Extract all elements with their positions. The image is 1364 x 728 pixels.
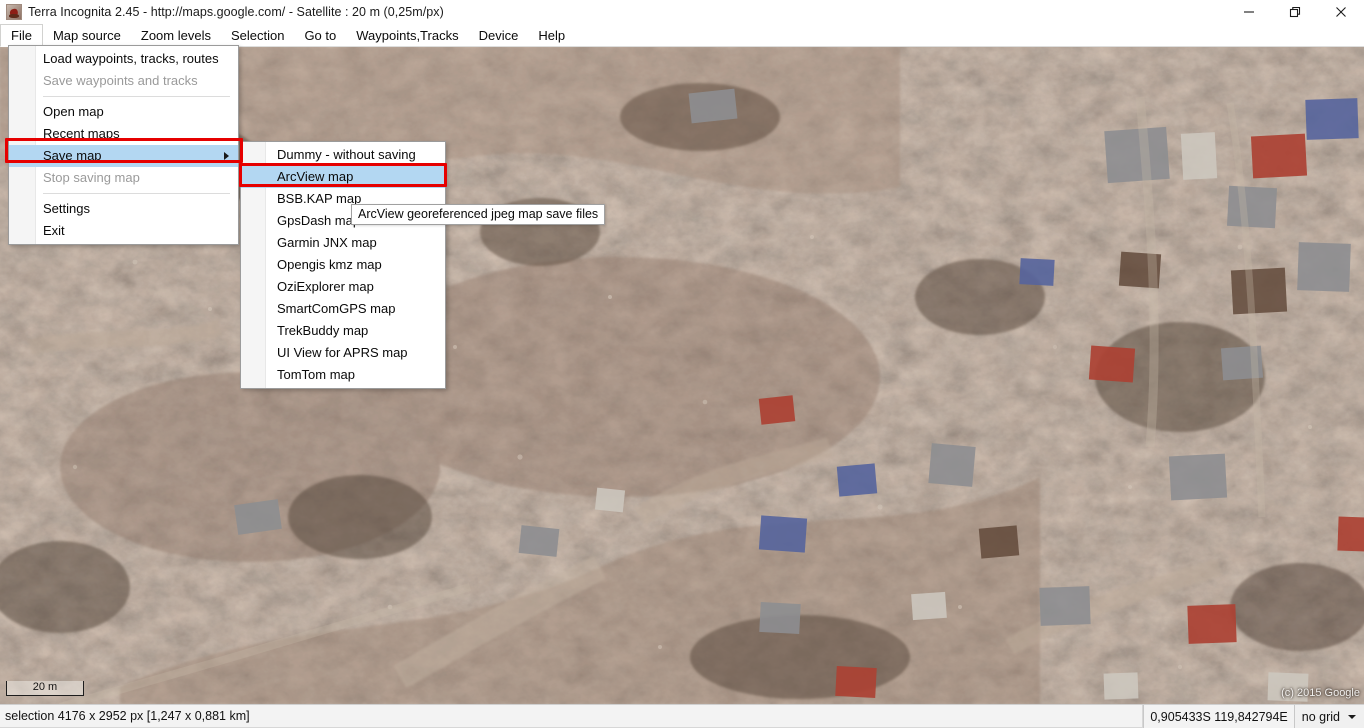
status-coordinates: 0,905433S 119,842794E	[1143, 705, 1294, 728]
save-map-submenu: Dummy - without saving ArcView map BSB.K…	[240, 141, 446, 389]
map-credit: (c) 2015 Google	[1281, 687, 1360, 699]
chevron-down-icon	[1348, 715, 1356, 719]
file-menu-dropdown: Load waypoints, tracks, routes Save wayp…	[8, 45, 239, 245]
menu-separator	[43, 193, 230, 194]
save-submenu-item-arcview[interactable]: ArcView map	[241, 166, 445, 188]
file-menu-item-recent-maps[interactable]: Recent maps	[9, 123, 238, 145]
status-bar: selection 4176 x 2952 px [1,247 x 0,881 …	[0, 704, 1364, 728]
menu-device[interactable]: Device	[469, 24, 529, 47]
chevron-right-icon	[224, 152, 229, 160]
title-bar: Terra Incognita 2.45 - http://maps.googl…	[0, 0, 1364, 24]
status-grid-label: no grid	[1302, 710, 1340, 724]
menu-help[interactable]: Help	[528, 24, 575, 47]
menu-waypoints-tracks[interactable]: Waypoints,Tracks	[346, 24, 468, 47]
save-submenu-item-ui-view-aprs[interactable]: UI View for APRS map	[241, 342, 445, 364]
file-menu-item-save-waypoints: Save waypoints and tracks	[9, 70, 238, 92]
save-submenu-item-tomtom[interactable]: TomTom map	[241, 364, 445, 386]
application-window: Terra Incognita 2.45 - http://maps.googl…	[0, 0, 1364, 728]
save-submenu-item-dummy[interactable]: Dummy - without saving	[241, 144, 445, 166]
restore-icon[interactable]	[1272, 0, 1318, 24]
map-scale-label: 20 m	[7, 680, 83, 695]
save-submenu-item-smartcomgps[interactable]: SmartComGPS map	[241, 298, 445, 320]
menu-bar: File Map source Zoom levels Selection Go…	[0, 24, 1364, 47]
save-submenu-item-opengis-kmz[interactable]: Opengis kmz map	[241, 254, 445, 276]
status-grid-selector[interactable]: no grid	[1295, 705, 1364, 728]
file-menu-item-open-map[interactable]: Open map	[9, 101, 238, 123]
minimize-icon[interactable]	[1226, 0, 1272, 24]
menu-go-to[interactable]: Go to	[294, 24, 346, 47]
file-menu-item-settings[interactable]: Settings	[9, 198, 238, 220]
file-menu-item-save-map-label: Save map	[43, 148, 102, 163]
file-menu-item-save-map[interactable]: Save map	[9, 145, 238, 167]
menu-separator	[43, 96, 230, 97]
map-scale-bar: 20 m	[6, 681, 84, 696]
menu-map-source[interactable]: Map source	[43, 24, 131, 47]
menu-file[interactable]: File	[0, 24, 43, 47]
save-submenu-item-oziexplorer[interactable]: OziExplorer map	[241, 276, 445, 298]
file-menu-item-load-waypoints[interactable]: Load waypoints, tracks, routes	[9, 48, 238, 70]
terra-incognita-icon	[6, 4, 22, 20]
status-selection: selection 4176 x 2952 px [1,247 x 0,881 …	[0, 705, 1143, 728]
menu-zoom-levels[interactable]: Zoom levels	[131, 24, 221, 47]
window-title: Terra Incognita 2.45 - http://maps.googl…	[28, 5, 444, 19]
save-submenu-item-garmin-jnx[interactable]: Garmin JNX map	[241, 232, 445, 254]
save-submenu-item-trekbuddy[interactable]: TrekBuddy map	[241, 320, 445, 342]
file-menu-item-stop-saving-map: Stop saving map	[9, 167, 238, 189]
file-menu-item-exit[interactable]: Exit	[9, 220, 238, 242]
close-icon[interactable]	[1318, 0, 1364, 24]
menu-selection[interactable]: Selection	[221, 24, 294, 47]
tooltip-arcview: ArcView georeferenced jpeg map save file…	[351, 204, 605, 225]
window-controls	[1226, 0, 1364, 24]
